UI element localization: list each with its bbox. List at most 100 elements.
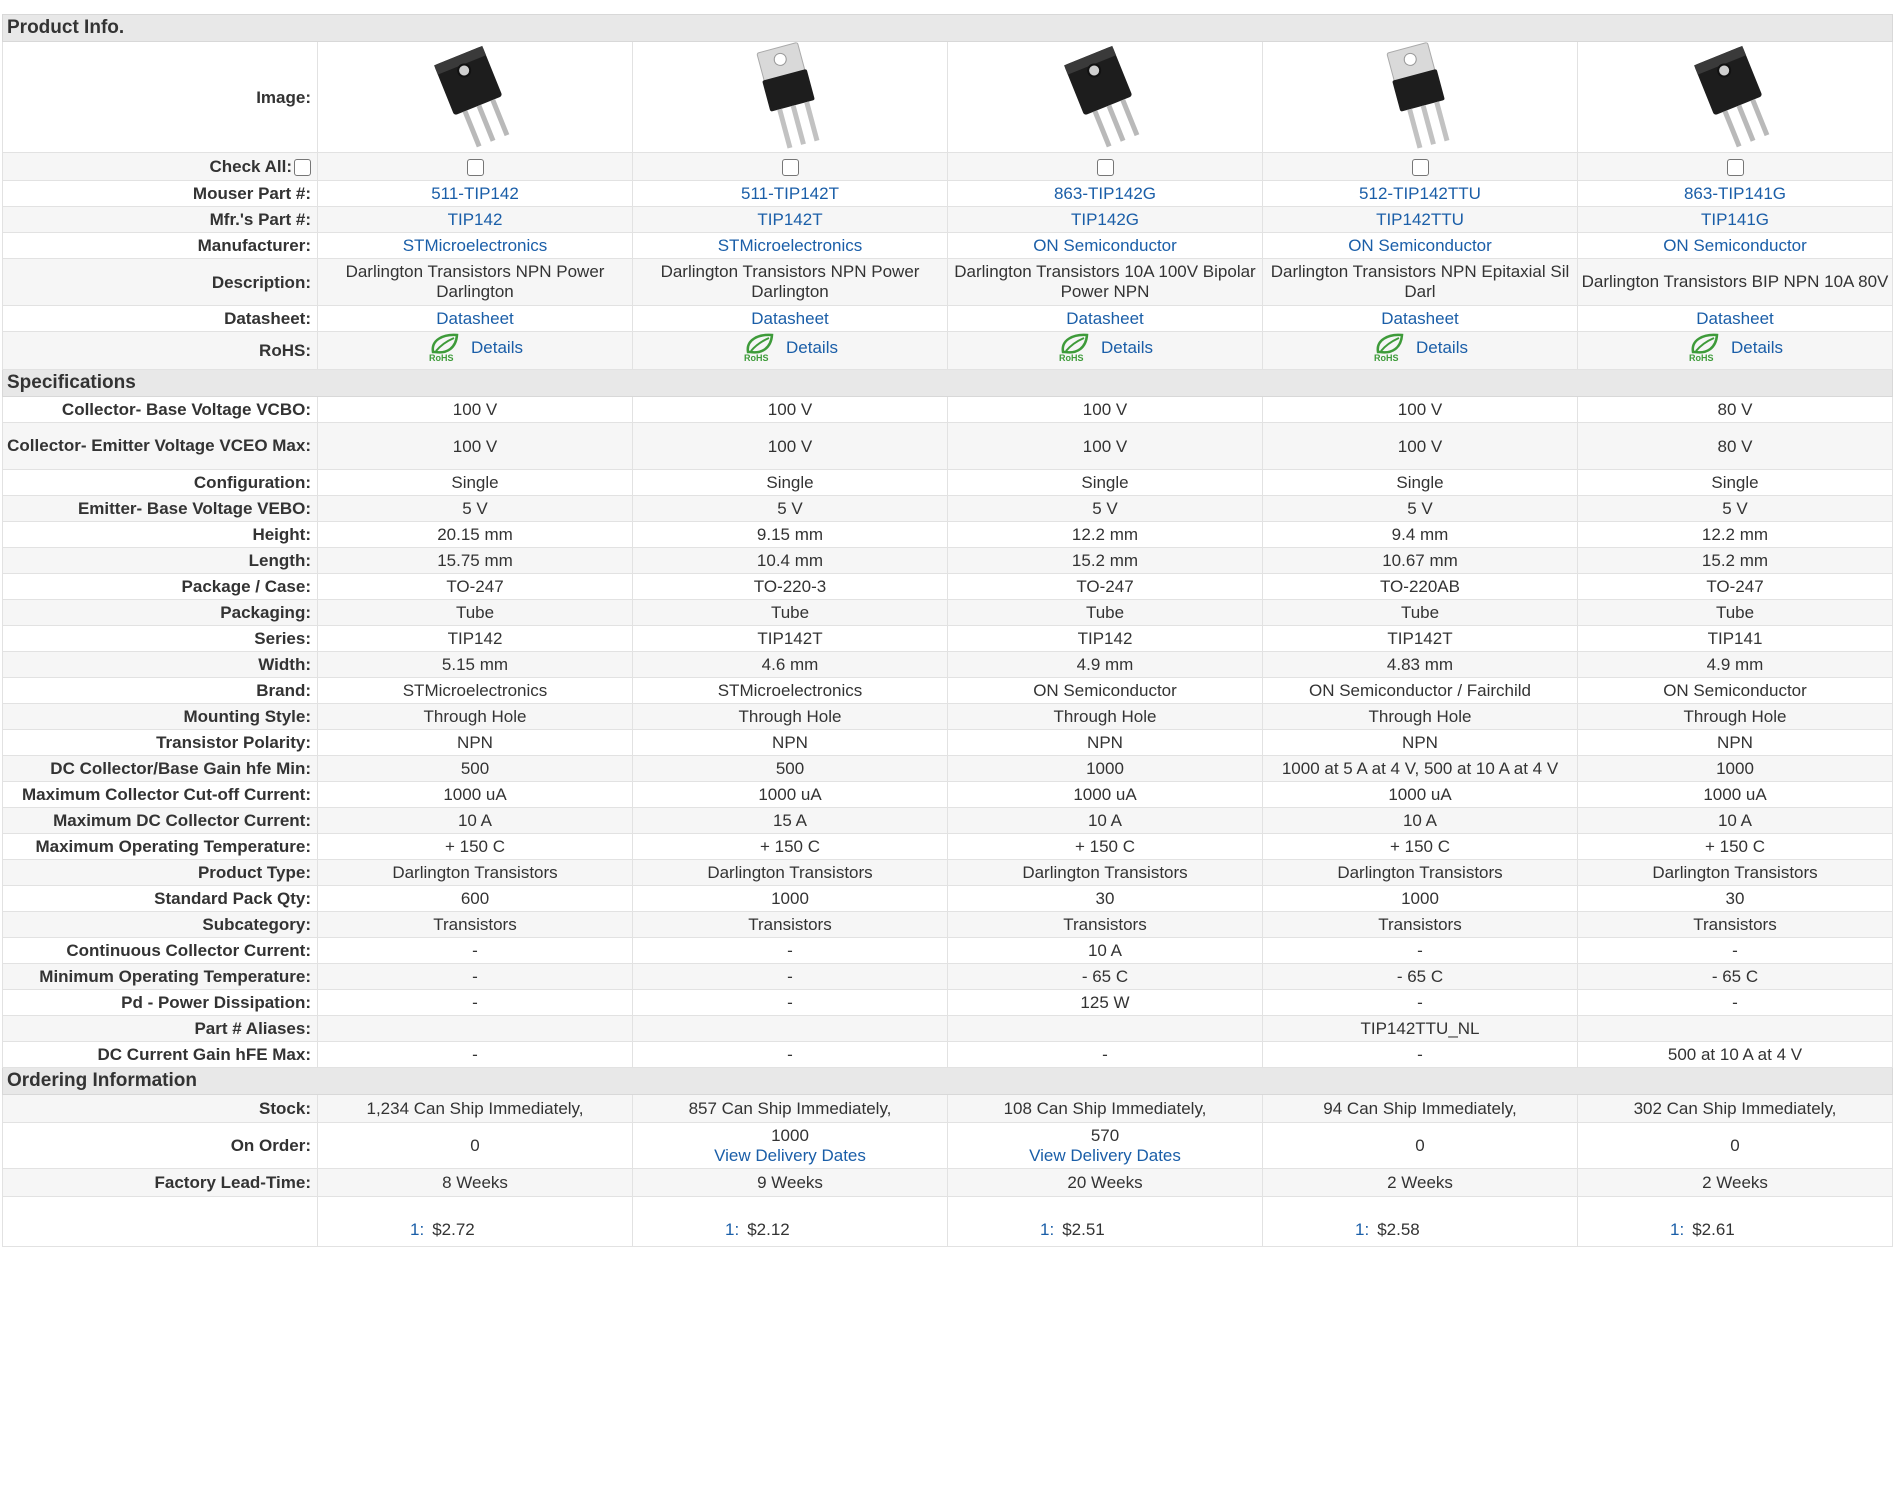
mfr-part-link[interactable]: TIP141G	[1701, 210, 1769, 229]
manufacturer-link[interactable]: STMicroelectronics	[718, 236, 863, 255]
description-cell: Darlington Transistors BIP NPN 10A 80V	[1577, 258, 1893, 306]
row-mouser-part-cell: 511-TIP142	[317, 180, 633, 207]
price-break-qty[interactable]: 1:	[410, 1220, 424, 1239]
row-mfr-part-cell: TIP142G	[947, 206, 1263, 233]
row-label: Maximum Collector Cut-off Current:	[2, 781, 318, 808]
rohs-leaf-icon: RoHS	[744, 333, 774, 362]
row-stock: Stock: 1,234 Can Ship Immediately, 857 Can…	[2, 1094, 1893, 1123]
spec-value: 100 V	[317, 422, 633, 470]
rohs-details-link[interactable]: Details	[786, 335, 838, 360]
spec-value: -	[632, 989, 948, 1016]
view-delivery-dates-link[interactable]: View Delivery Dates	[714, 1146, 866, 1165]
spec-value: 1000 uA	[1262, 781, 1578, 808]
compare-checkbox[interactable]	[1411, 159, 1429, 177]
to247-transistor-icon[interactable]	[951, 43, 1259, 152]
rohs-details-link[interactable]: Details	[1416, 335, 1468, 360]
row-label: Standard Pack Qty:	[2, 885, 318, 912]
check-all-checkbox[interactable]	[294, 159, 311, 177]
compare-checkbox[interactable]	[781, 159, 799, 177]
unit-price: $2.12	[747, 1220, 790, 1239]
spec-value: 10.4 mm	[632, 547, 948, 574]
row-pricing: 1: $2.72 1: $2.12 1: $2.51 1: $2.58 1: $2.61	[2, 1196, 1893, 1247]
row-label: Factory Lead-Time:	[2, 1168, 318, 1197]
spec-value: TO-247	[1577, 573, 1893, 600]
price-break-qty[interactable]: 1:	[1040, 1220, 1054, 1239]
datasheet-link[interactable]: Datasheet	[1696, 309, 1774, 328]
spec-value: -	[1577, 937, 1893, 964]
compare-checkbox[interactable]	[1726, 159, 1744, 177]
pricing-label-empty	[2, 1196, 318, 1247]
spec-value: TIP142TTU_NL	[1262, 1015, 1578, 1042]
spec-row: Mounting Style: Through Hole Through Hole T…	[2, 703, 1893, 730]
mfr-part-link[interactable]: TIP142G	[1071, 210, 1139, 229]
price-break-qty[interactable]: 1:	[1670, 1220, 1684, 1239]
spec-value: -	[632, 963, 948, 990]
mouser-part-link[interactable]: 512-TIP142TTU	[1359, 184, 1481, 203]
row-mouser-part: Mouser Part #: 511-TIP142 511-TIP142T 863-T…	[2, 180, 1893, 207]
compare-checkbox[interactable]	[466, 159, 484, 177]
rohs-badge: RoHS Details	[1687, 333, 1783, 362]
row-datasheet-cell: Datasheet	[632, 305, 948, 332]
to247-transistor-icon[interactable]	[1581, 43, 1889, 152]
row-check-all: Check All:	[2, 152, 1893, 181]
price-cell: 1: $2.51	[947, 1196, 1263, 1247]
price-cell: 1: $2.12	[632, 1196, 948, 1247]
row-label: Mouser Part #:	[2, 180, 318, 207]
spec-value: Transistors	[632, 911, 948, 938]
row-label: Maximum Operating Temperature:	[2, 833, 318, 860]
spec-value: -	[317, 1041, 633, 1068]
view-delivery-dates-link[interactable]: View Delivery Dates	[1029, 1146, 1181, 1165]
spec-value: TO-220-3	[632, 573, 948, 600]
spec-value: Transistors	[1577, 911, 1893, 938]
price-break-qty[interactable]: 1:	[725, 1220, 739, 1239]
product-comparison-table: Product Info. Image: Check All: Mouser Part…	[2, 14, 1893, 1247]
datasheet-link[interactable]: Datasheet	[751, 309, 829, 328]
row-manufacturer-cell: ON Semiconductor	[1262, 232, 1578, 259]
price-break-qty[interactable]: 1:	[1355, 1220, 1369, 1239]
spec-value: TO-247	[317, 573, 633, 600]
spec-value: -	[317, 963, 633, 990]
spec-value: TIP141	[1577, 625, 1893, 652]
compare-checkbox[interactable]	[1096, 159, 1114, 177]
mouser-part-link[interactable]: 863-TIP142G	[1054, 184, 1156, 203]
to247-transistor-icon[interactable]	[321, 43, 629, 152]
mouser-part-link[interactable]: 863-TIP141G	[1684, 184, 1786, 203]
rohs-cell: RoHS Details	[947, 331, 1263, 370]
spec-value: 9.4 mm	[1262, 521, 1578, 548]
price-cell: 1: $2.58	[1262, 1196, 1578, 1247]
mfr-part-link[interactable]: TIP142TTU	[1376, 210, 1464, 229]
spec-value: STMicroelectronics	[632, 677, 948, 704]
mfr-part-link[interactable]: TIP142T	[757, 210, 822, 229]
manufacturer-link[interactable]: ON Semiconductor	[1348, 236, 1492, 255]
row-label: Subcategory:	[2, 911, 318, 938]
manufacturer-link[interactable]: STMicroelectronics	[403, 236, 548, 255]
rohs-details-link[interactable]: Details	[471, 335, 523, 360]
spec-value: 15.2 mm	[947, 547, 1263, 574]
on-order-qty: 0	[1415, 1135, 1425, 1155]
stock-value: 857 Can Ship Immediately,	[632, 1094, 948, 1123]
datasheet-link[interactable]: Datasheet	[1066, 309, 1144, 328]
rohs-logo-text: RoHS	[1374, 353, 1399, 362]
mouser-part-link[interactable]: 511-TIP142	[431, 184, 519, 203]
row-label: Datasheet:	[2, 305, 318, 332]
stock-value: 302 Can Ship Immediately,	[1577, 1094, 1893, 1123]
rohs-details-link[interactable]: Details	[1731, 335, 1783, 360]
mfr-part-link[interactable]: TIP142	[448, 210, 503, 229]
spec-value	[1577, 1015, 1893, 1042]
description-cell: Darlington Transistors NPN Power Darling…	[317, 258, 633, 306]
manufacturer-link[interactable]: ON Semiconductor	[1663, 236, 1807, 255]
spec-value: 12.2 mm	[947, 521, 1263, 548]
to220-transistor-icon[interactable]	[636, 42, 944, 152]
compare-checkbox-cell	[317, 152, 633, 181]
spec-value: 100 V	[632, 422, 948, 470]
manufacturer-link[interactable]: ON Semiconductor	[1033, 236, 1177, 255]
section-specifications-title: Specifications	[2, 369, 1893, 397]
datasheet-link[interactable]: Datasheet	[436, 309, 514, 328]
mouser-part-link[interactable]: 511-TIP142T	[741, 184, 839, 203]
datasheet-link[interactable]: Datasheet	[1381, 309, 1459, 328]
row-label: Maximum DC Collector Current:	[2, 807, 318, 834]
rohs-badge: RoHS Details	[1057, 333, 1153, 362]
rohs-details-link[interactable]: Details	[1101, 335, 1153, 360]
spec-value: Darlington Transistors	[317, 859, 633, 886]
to220-transistor-icon[interactable]	[1266, 42, 1574, 152]
